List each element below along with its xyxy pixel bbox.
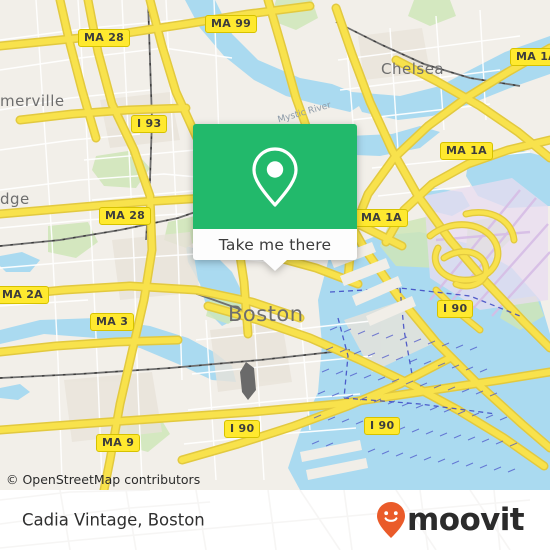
shield-i-90-center[interactable]: I 90 (224, 420, 261, 438)
shield-ma-2a[interactable]: MA 2A (0, 286, 49, 304)
shield-ma-28-north[interactable]: MA 28 (78, 29, 131, 47)
popup-pointer-tail (263, 260, 287, 271)
moovit-logo[interactable]: moovit (376, 501, 525, 539)
footer-bar: Cadia Vintage, Boston moovit (0, 490, 550, 550)
place-label-somerville: merville (0, 92, 65, 110)
place-label-boston: Boston (228, 302, 304, 326)
shield-ma-28-mid[interactable]: MA 28 (99, 207, 152, 225)
popup-action-area[interactable]: Take me there (193, 229, 357, 271)
map-canvas[interactable]: merville Chelsea dge Boston Mystic River… (0, 0, 550, 490)
shield-ma-1a-far-ne[interactable]: MA 1A (510, 48, 550, 66)
moovit-wordmark: moovit (407, 501, 525, 538)
place-label-cambridge: dge (0, 190, 30, 208)
footer-place-title: Cadia Vintage, Boston (22, 510, 205, 530)
shield-ma-9[interactable]: MA 9 (96, 434, 141, 452)
location-pin-icon (252, 146, 298, 207)
moovit-map-screenshot: merville Chelsea dge Boston Mystic River… (0, 0, 550, 550)
shield-i-93[interactable]: I 93 (131, 115, 168, 133)
destination-popup-card[interactable]: Take me there (193, 124, 357, 271)
osm-attribution[interactable]: © OpenStreetMap contributors (6, 472, 200, 487)
shield-ma-1a-south[interactable]: MA 1A (355, 209, 408, 227)
place-label-chelsea: Chelsea (381, 60, 445, 78)
shield-ma-1a-north[interactable]: MA 1A (440, 142, 493, 160)
shield-i-90-harbor[interactable]: I 90 (364, 417, 401, 435)
popup-action-label: Take me there (218, 235, 332, 254)
shield-ma-99[interactable]: MA 99 (205, 15, 258, 33)
shield-i-90-east[interactable]: I 90 (437, 300, 474, 318)
moovit-smiley-pin-icon (377, 502, 406, 538)
shield-ma-3[interactable]: MA 3 (90, 313, 135, 331)
popup-icon-area (193, 124, 357, 229)
